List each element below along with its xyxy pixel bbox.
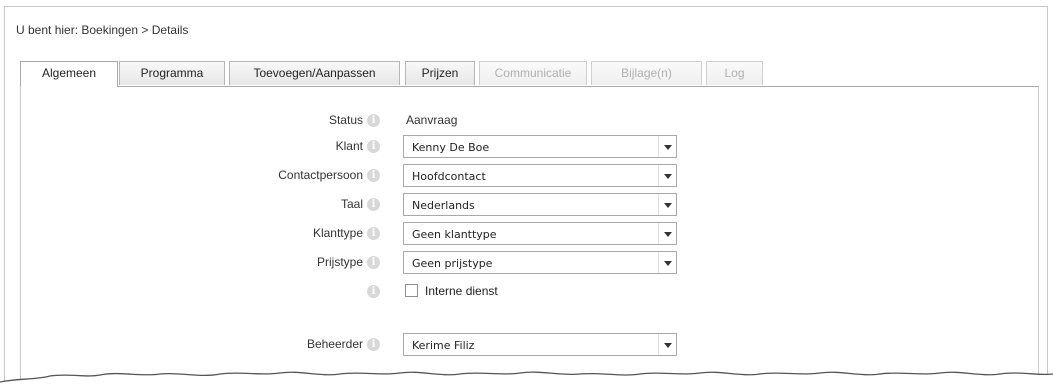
tab-prijzen[interactable]: Prijzen xyxy=(405,61,475,85)
interne-dienst-checkbox[interactable] xyxy=(405,284,418,297)
info-icon: i xyxy=(367,285,380,298)
torn-edge-decoration xyxy=(0,371,1053,386)
info-icon: i xyxy=(367,227,380,240)
info-icon: i xyxy=(367,114,380,127)
klant-select-value: Kenny De Boe xyxy=(412,141,490,154)
beheerder-select[interactable]: Kerime Filiz xyxy=(403,333,677,356)
chevron-down-icon xyxy=(658,136,676,157)
chevron-down-icon xyxy=(658,223,676,244)
info-icon: i xyxy=(367,198,380,211)
chevron-down-icon xyxy=(658,334,676,355)
klant-label: Klant xyxy=(335,139,363,153)
prijstype-select[interactable]: Geen prijstype xyxy=(403,251,677,274)
status-label: Status xyxy=(328,113,363,127)
contactpersoon-select-value: Hoofdcontact xyxy=(412,170,486,183)
prijstype-select-value: Geen prijstype xyxy=(412,257,493,270)
tab-bijlagen: Bijlage(n) xyxy=(591,61,702,85)
taal-select-value: Nederlands xyxy=(412,199,475,212)
interne-dienst-label[interactable]: Interne dienst xyxy=(425,284,498,298)
tab-bar: Algemeen Programma Toevoegen/Aanpassen P… xyxy=(20,61,1039,87)
taal-label: Taal xyxy=(340,197,363,211)
klant-select[interactable]: Kenny De Boe xyxy=(403,135,677,158)
taal-select[interactable]: Nederlands xyxy=(403,193,677,216)
klanttype-select-value: Geen klanttype xyxy=(412,228,497,241)
tab-algemeen[interactable]: Algemeen xyxy=(20,61,118,87)
info-icon: i xyxy=(367,256,380,269)
beheerder-label: Beheerder xyxy=(306,337,363,351)
tab-programma[interactable]: Programma xyxy=(119,61,225,85)
contactpersoon-select[interactable]: Hoofdcontact xyxy=(403,164,677,187)
klanttype-select[interactable]: Geen klanttype xyxy=(403,222,677,245)
status-value: Aanvraag xyxy=(406,113,458,127)
breadcrumb: U bent hier: Boekingen > Details xyxy=(16,23,189,37)
chevron-down-icon xyxy=(658,252,676,273)
tab-log: Log xyxy=(706,61,763,85)
chevron-down-icon xyxy=(658,165,676,186)
chevron-down-icon xyxy=(658,194,676,215)
tab-communicatie: Communicatie xyxy=(479,61,587,85)
klanttype-label: Klanttype xyxy=(312,226,363,240)
info-icon: i xyxy=(367,169,380,182)
info-icon: i xyxy=(367,140,380,153)
prijstype-label: Prijstype xyxy=(316,255,363,269)
tab-toevoegen-aanpassen[interactable]: Toevoegen/Aanpassen xyxy=(229,61,400,85)
beheerder-select-value: Kerime Filiz xyxy=(412,339,475,352)
info-icon: i xyxy=(367,338,380,351)
contactpersoon-label: Contactpersoon xyxy=(278,168,363,182)
